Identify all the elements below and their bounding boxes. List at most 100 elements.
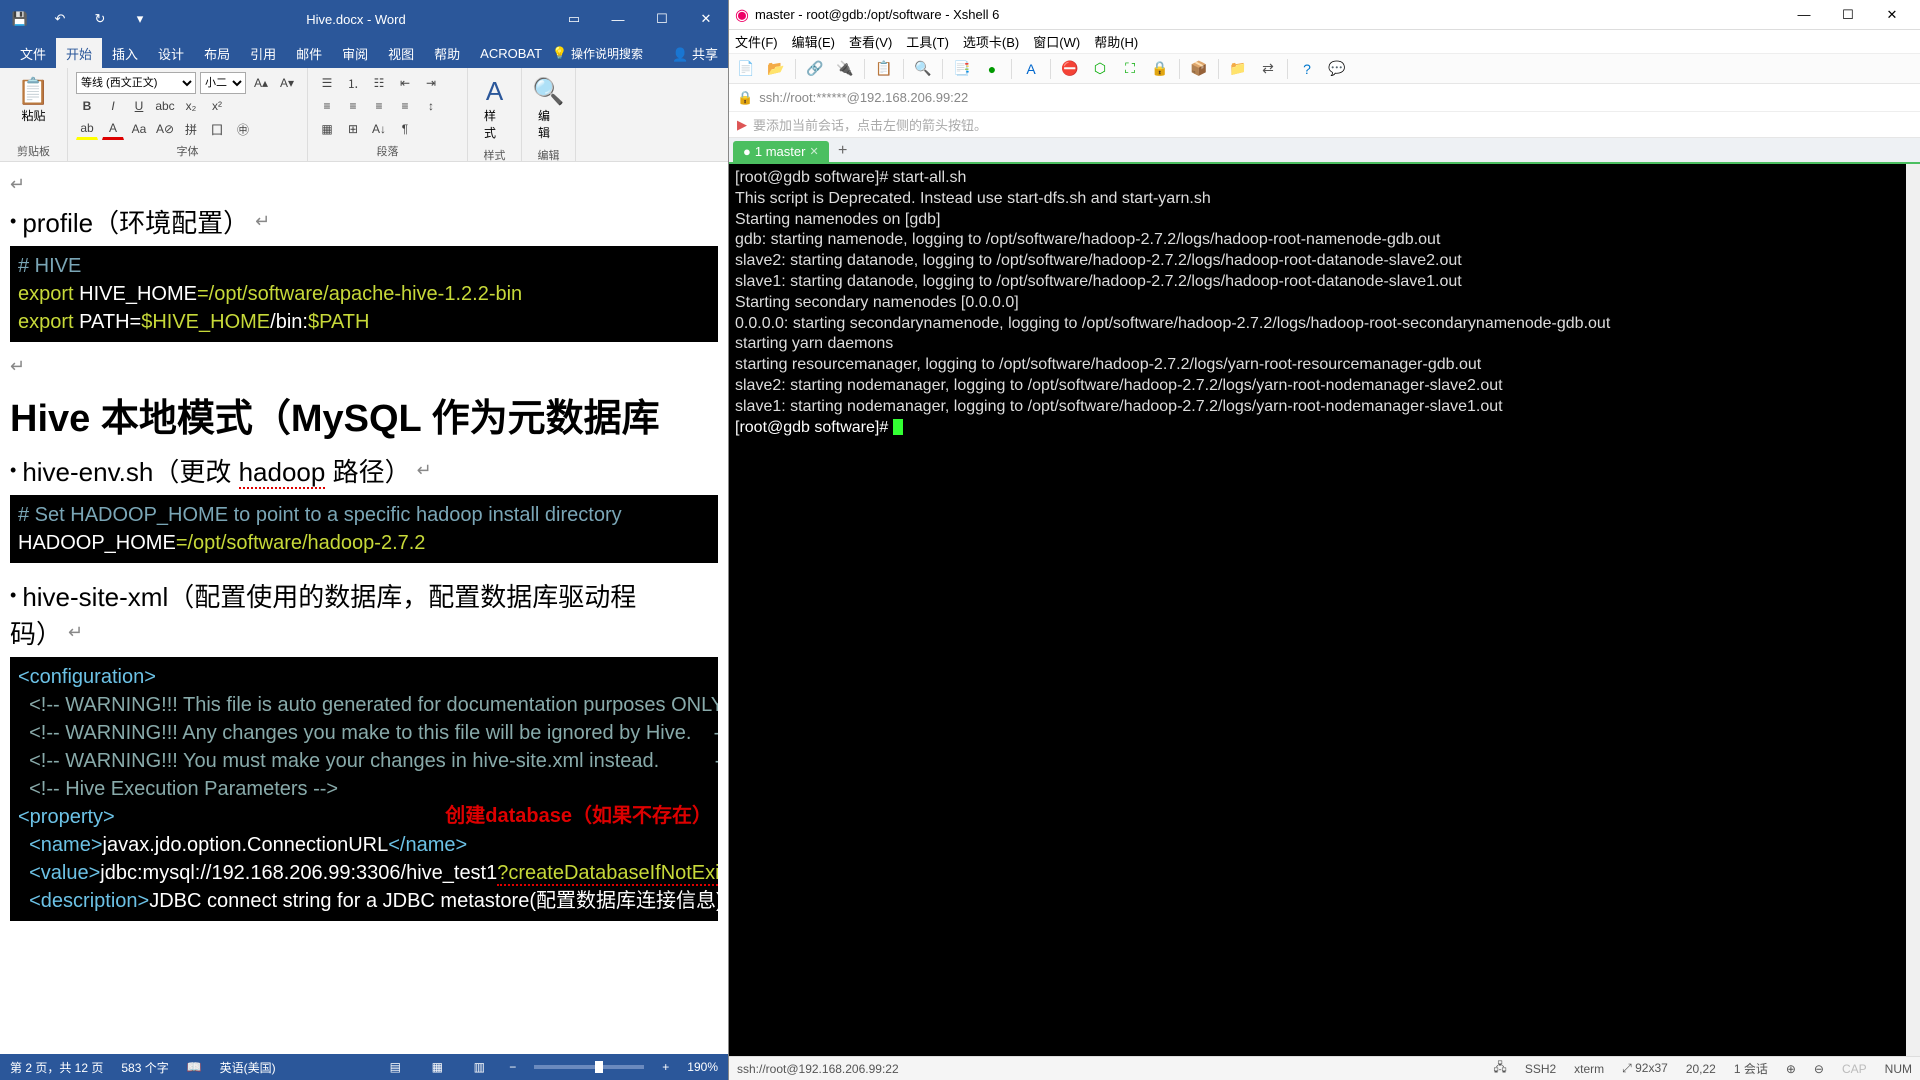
- font-name-select[interactable]: 等线 (西文正文): [76, 72, 196, 94]
- menu-help[interactable]: 帮助(H): [1094, 32, 1138, 51]
- char-border-icon[interactable]: 囗: [206, 118, 228, 140]
- tab-mailings[interactable]: 邮件: [286, 38, 332, 69]
- redo-icon[interactable]: ↻: [80, 0, 120, 38]
- highlight-icon[interactable]: ab: [76, 118, 98, 140]
- underline-icon[interactable]: U: [128, 95, 150, 117]
- tab-file[interactable]: 文件: [10, 38, 56, 69]
- xshell-addressbar[interactable]: 🔒 ssh://root:******@192.168.206.99:22: [729, 84, 1920, 112]
- zoom-out-icon[interactable]: −: [509, 1060, 516, 1074]
- font-icon[interactable]: A: [1020, 58, 1042, 80]
- subscript-icon[interactable]: x₂: [180, 95, 202, 117]
- editing-button[interactable]: 🔍编辑: [530, 72, 567, 145]
- tell-me-search[interactable]: 💡操作说明搜索: [552, 45, 643, 62]
- inc-indent-icon[interactable]: ⇥: [420, 72, 442, 94]
- xftp-icon[interactable]: 📦: [1188, 58, 1210, 80]
- tab-master[interactable]: ● 1 master ✕: [733, 141, 829, 162]
- menu-view[interactable]: 查看(V): [849, 32, 892, 51]
- minimize-icon[interactable]: —: [596, 0, 640, 38]
- sort-icon[interactable]: A↓: [368, 118, 390, 140]
- properties-icon[interactable]: 📋: [873, 58, 895, 80]
- read-mode-icon[interactable]: ▤: [383, 1057, 407, 1077]
- fullscreen-icon[interactable]: ⛶: [1119, 58, 1141, 80]
- close-icon[interactable]: ✕: [1870, 0, 1914, 30]
- xagent-icon[interactable]: ⬡: [1089, 58, 1111, 80]
- stop-icon[interactable]: ⛔: [1059, 58, 1081, 80]
- terminal[interactable]: [root@gdb software]# start-all.sh This s…: [729, 164, 1920, 1056]
- tab-references[interactable]: 引用: [240, 38, 286, 69]
- share-button[interactable]: 👤 共享: [672, 44, 718, 63]
- save-icon[interactable]: 💾: [0, 0, 40, 38]
- help-icon[interactable]: ?: [1296, 58, 1318, 80]
- italic-icon[interactable]: I: [102, 95, 124, 117]
- paste-icon[interactable]: ●: [981, 58, 1003, 80]
- tab-close-icon[interactable]: ✕: [809, 145, 818, 158]
- status-plus-icon[interactable]: ⊕: [1786, 1062, 1796, 1076]
- qat-more-icon[interactable]: ▾: [120, 0, 160, 38]
- shrink-font-icon[interactable]: A▾: [276, 72, 298, 94]
- tab-insert[interactable]: 插入: [102, 38, 148, 69]
- borders-icon[interactable]: ⊞: [342, 118, 364, 140]
- tab-home[interactable]: 开始: [56, 38, 102, 69]
- enclose-icon[interactable]: ㊥: [232, 118, 254, 140]
- menu-file[interactable]: 文件(F): [735, 32, 778, 51]
- bold-icon[interactable]: B: [76, 95, 98, 117]
- undo-icon[interactable]: ↶: [40, 0, 80, 38]
- change-case-icon[interactable]: Aa: [128, 118, 150, 140]
- menu-edit[interactable]: 编辑(E): [792, 32, 835, 51]
- strike-icon[interactable]: abc: [154, 95, 176, 117]
- font-color-icon[interactable]: A: [102, 118, 124, 140]
- status-words[interactable]: 583 个字: [121, 1059, 168, 1076]
- pilcrow-icon[interactable]: ¶: [394, 118, 416, 140]
- paste-button[interactable]: 📋粘贴: [8, 72, 59, 128]
- menu-window[interactable]: 窗口(W): [1033, 32, 1080, 51]
- styles-button[interactable]: A样式: [476, 72, 513, 145]
- maximize-icon[interactable]: ☐: [640, 0, 684, 38]
- web-layout-icon[interactable]: ▥: [467, 1057, 491, 1077]
- justify-icon[interactable]: ≡: [394, 95, 416, 117]
- shading-icon[interactable]: ▦: [316, 118, 338, 140]
- superscript-icon[interactable]: x²: [206, 95, 228, 117]
- find-icon[interactable]: 🔍: [912, 58, 934, 80]
- ribbon-opts-icon[interactable]: ▭: [552, 0, 596, 38]
- reconnect-icon[interactable]: 🔗: [804, 58, 826, 80]
- tab-help[interactable]: 帮助: [424, 38, 470, 69]
- open-icon[interactable]: 📂: [765, 58, 787, 80]
- flag-icon[interactable]: ▶: [737, 117, 747, 133]
- status-page[interactable]: 第 2 页，共 12 页: [10, 1059, 103, 1076]
- multilevel-icon[interactable]: ☷: [368, 72, 390, 94]
- minimize-icon[interactable]: —: [1782, 0, 1826, 30]
- status-lang[interactable]: 英语(美国): [220, 1059, 276, 1076]
- sessions-icon[interactable]: 📁: [1227, 58, 1249, 80]
- word-document[interactable]: ↵ •profile（环境配置）↵ # HIVE export HIVE_HOM…: [0, 162, 728, 1054]
- status-spellcheck-icon[interactable]: 📖: [187, 1060, 202, 1074]
- align-left-icon[interactable]: ≡: [316, 95, 338, 117]
- line-spacing-icon[interactable]: ↕: [420, 95, 442, 117]
- close-icon[interactable]: ✕: [684, 0, 728, 38]
- new-tab-icon[interactable]: +: [831, 140, 855, 162]
- align-right-icon[interactable]: ≡: [368, 95, 390, 117]
- tab-review[interactable]: 审阅: [332, 38, 378, 69]
- clear-format-icon[interactable]: A⊘: [154, 118, 176, 140]
- copy-icon[interactable]: 📑: [951, 58, 973, 80]
- status-zoom[interactable]: 190%: [687, 1060, 718, 1074]
- phonetic-icon[interactable]: 拼: [180, 118, 202, 140]
- menu-tab[interactable]: 选项卡(B): [963, 32, 1019, 51]
- new-session-icon[interactable]: 📄: [735, 58, 757, 80]
- status-minus-icon[interactable]: ⊖: [1814, 1062, 1824, 1076]
- lock-icon[interactable]: 🔒: [1149, 58, 1171, 80]
- zoom-in-icon[interactable]: +: [662, 1060, 669, 1074]
- print-layout-icon[interactable]: ▦: [425, 1057, 449, 1077]
- bullets-icon[interactable]: ☰: [316, 72, 338, 94]
- numbering-icon[interactable]: ⒈: [342, 72, 364, 94]
- menu-tools[interactable]: 工具(T): [906, 32, 949, 51]
- disconnect-icon[interactable]: 🔌: [834, 58, 856, 80]
- maximize-icon[interactable]: ☐: [1826, 0, 1870, 30]
- zoom-slider[interactable]: [534, 1065, 644, 1069]
- align-center-icon[interactable]: ≡: [342, 95, 364, 117]
- compose-icon[interactable]: 💬: [1326, 58, 1348, 80]
- tab-acrobat[interactable]: ACROBAT: [470, 40, 552, 67]
- font-size-select[interactable]: 小二: [200, 72, 246, 94]
- tab-view[interactable]: 视图: [378, 38, 424, 69]
- tab-layout[interactable]: 布局: [194, 38, 240, 69]
- grow-font-icon[interactable]: A▴: [250, 72, 272, 94]
